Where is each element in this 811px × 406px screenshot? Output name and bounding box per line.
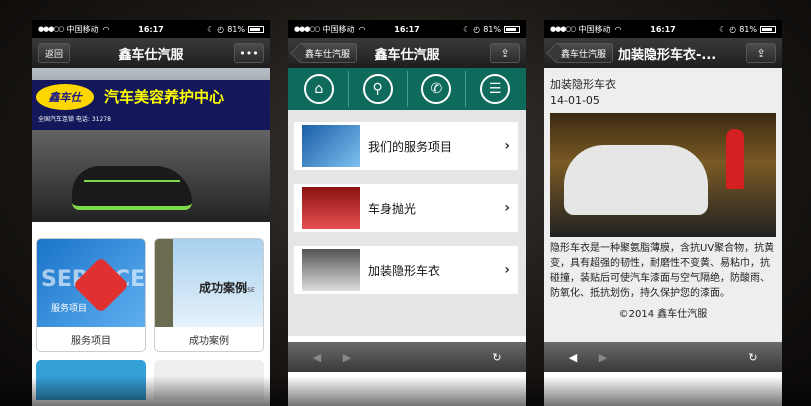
list-thumbnail [302,249,360,291]
back-button[interactable]: 鑫车仕汽服 [298,43,358,63]
battery-icon [248,25,264,33]
back-button-label: 鑫车仕汽服 [305,49,351,60]
banner-image: 鑫车仕 汽车美容养护中心 全国汽车连锁 电话: 31278 [32,68,270,222]
tile-cases[interactable]: 成功案例 CASE 成功案例 [154,238,264,352]
person-image [726,129,744,189]
brand-logo: 鑫车仕 [36,84,94,110]
list-item[interactable]: 我们的服务项目 › [294,122,518,170]
status-time: 16:17 [650,24,676,34]
article-photo [550,113,776,237]
back-button[interactable]: 鑫车仕汽服 [554,43,614,63]
share-icon: ⇪ [500,46,510,60]
phone-screen-list: ●●●○○ 中国移动 ◠ 16:17 ☾ ◴ 81% 鑫车仕汽服 鑫车仕汽服 ⇪… [288,20,526,406]
phone-icon: ✆ [421,74,452,104]
list-item[interactable]: 车身抛光 › [294,184,518,232]
list-icon: ☰ [480,74,511,104]
back-arrow-icon[interactable]: ◀ [558,351,588,364]
refresh-icon[interactable]: ↻ [738,351,768,364]
icon-toolbar: ⌂ ⚲ ✆ ☰ [288,68,526,110]
tile-partial[interactable] [36,360,146,400]
tile-grid: SERVICE 服务项目 服务项目 成功案例 CASE 成功案例 [32,222,270,352]
services-image-subtext: 服务项目 [51,304,88,314]
phone-screen-article: ●●●○○ 中国移动 ◠ 16:17 ☾ ◴ 81% 鑫车仕汽服 加装隐形车衣-… [544,20,782,406]
article-content: 加装隐形车衣 14-01-05 隐形车衣是一种聚氨脂薄膜，含抗UV聚合物，抗黄变… [544,68,782,342]
list-thumbnail [302,125,360,167]
cases-image-subtext: CASE [239,287,255,294]
back-arrow-icon[interactable]: ◀ [302,351,332,364]
battery-icon [760,25,776,33]
copyright-text: ©2014 鑫车仕汽服 [618,309,708,320]
article-date: 14-01-05 [550,94,600,107]
tile-grid-row2 [32,352,270,400]
list-item[interactable]: 加装隐形车衣 › [294,246,518,294]
tile-label: 成功案例 [189,335,229,347]
back-button-label: 鑫车仕汽服 [561,49,607,60]
browser-toolbar: ◀ ▶ ↻ [288,342,526,372]
list-item-label: 我们的服务项目 [368,139,453,154]
home-cell[interactable]: ⌂ [290,71,349,107]
tile-label: 服务项目 [71,335,111,347]
status-time: 16:17 [138,24,164,34]
chevron-right-icon: › [504,138,510,154]
article-title: 加装隐形车衣 [550,78,616,91]
status-time: 16:17 [394,24,420,34]
phone-cell[interactable]: ✆ [408,71,467,107]
status-bar: ●●●○○ 中国移动 ◠ 16:17 ☾ ◴ 81% [32,20,270,38]
status-bar: ●●●○○ 中国移动 ◠ 16:17 ☾ ◴ 81% [544,20,782,38]
forward-arrow-icon[interactable]: ▶ [588,351,618,364]
share-icon: ⇪ [756,46,766,60]
share-button[interactable]: ⇪ [490,43,520,63]
share-button[interactable]: ⇪ [746,43,776,63]
back-button[interactable]: 返回 [38,43,71,63]
list-item-label: 车身抛光 [368,201,417,216]
more-button[interactable]: ••• [234,43,264,63]
car-image [72,166,192,210]
location-cell[interactable]: ⚲ [349,71,408,107]
sign-text: 汽车美容养护中心 [104,88,225,106]
tile-partial[interactable] [154,360,264,400]
article-body: 隐形车衣是一种聚氨脂薄膜，含抗UV聚合物，抗黄变，具有超强的韧性，耐磨性不变黄、… [550,243,775,299]
cliff-graphic [155,239,173,327]
cases-image: 成功案例 CASE [155,239,263,327]
sign-subtext: 全国汽车连锁 电话: 31278 [38,116,111,123]
forward-arrow-icon[interactable]: ▶ [332,351,362,364]
tile-services[interactable]: SERVICE 服务项目 服务项目 [36,238,146,352]
nav-bar: 鑫车仕汽服 加装隐形车衣-... ⇪ [544,38,782,68]
shop-sign: 鑫车仕 汽车美容养护中心 全国汽车连锁 电话: 31278 [32,80,270,130]
battery-icon [504,25,520,33]
chevron-right-icon: › [504,262,510,278]
white-car-image [564,145,708,215]
chevron-right-icon: › [504,200,510,216]
page-title: 加装隐形车衣-... [618,47,717,63]
list-cell[interactable]: ☰ [466,71,524,107]
home-icon: ⌂ [303,74,334,104]
browser-toolbar: ◀ ▶ ↻ [544,342,782,372]
service-list: 我们的服务项目 › 车身抛光 › 加装隐形车衣 › [288,110,526,336]
list-item-label: 加装隐形车衣 [368,263,441,278]
phone-screen-home: ●●●○○ 中国移动 ◠ 16:17 ☾ ◴ 81% 返回 鑫车仕汽服 ••• … [32,20,270,406]
services-image: SERVICE 服务项目 [37,239,145,327]
list-thumbnail [302,187,360,229]
refresh-icon[interactable]: ↻ [482,351,512,364]
location-icon: ⚲ [362,74,393,104]
status-bar: ●●●○○ 中国移动 ◠ 16:17 ☾ ◴ 81% [288,20,526,38]
nav-bar: 返回 鑫车仕汽服 ••• [32,38,270,68]
nav-bar: 鑫车仕汽服 鑫车仕汽服 ⇪ [288,38,526,68]
